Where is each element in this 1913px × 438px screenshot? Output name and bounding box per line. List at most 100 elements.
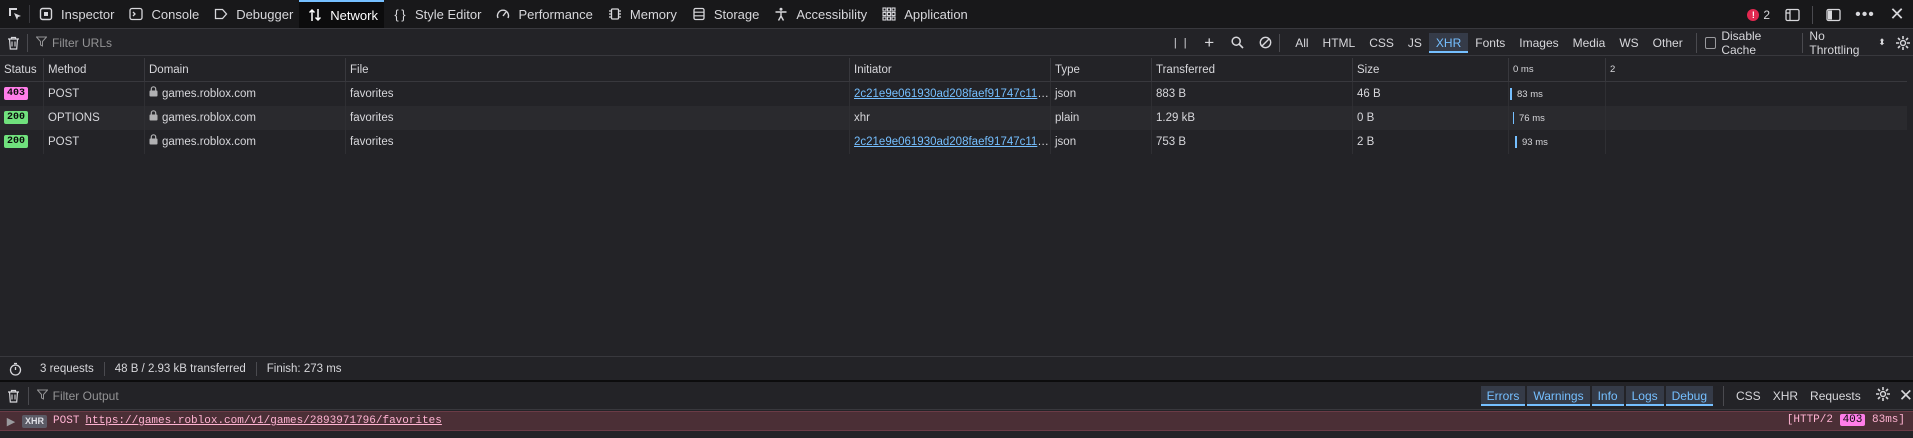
console-filter-css[interactable]: CSS	[1730, 389, 1767, 403]
column-initiator[interactable]: Initiator	[850, 57, 1051, 82]
requests-table-header: Status Method Domain File Initiator Type…	[0, 57, 1913, 82]
filter-output-input[interactable]: Filter Output	[29, 389, 1481, 403]
tab-application[interactable]: Application	[873, 0, 974, 28]
type-filter-html[interactable]: HTML	[1316, 33, 1363, 53]
search-button[interactable]	[1223, 30, 1251, 56]
split-console-button[interactable]	[1776, 0, 1808, 29]
tab-inspector[interactable]: Inspector	[30, 0, 120, 28]
meta-suffix: 83ms]	[1865, 414, 1905, 426]
type-filter-all[interactable]: All	[1288, 33, 1315, 53]
pause-button[interactable]: | |	[1167, 30, 1195, 56]
meta-status: 403	[1839, 414, 1866, 426]
column-waterfall[interactable]: 0 ms	[1509, 57, 1606, 82]
tab-debugger[interactable]: Debugger	[205, 0, 299, 28]
disable-cache-toggle[interactable]: Disable Cache	[1695, 29, 1797, 57]
table-scrollbar[interactable]	[1907, 58, 1913, 358]
console-message[interactable]: ▶ XHR POST https://games.roblox.com/v1/g…	[0, 411, 1913, 431]
block-requests-button[interactable]	[1251, 30, 1279, 56]
status-badge: 200	[4, 135, 29, 149]
memory-chip-icon	[607, 6, 623, 22]
search-icon	[1231, 36, 1244, 49]
console-filter-xhr[interactable]: XHR	[1767, 389, 1804, 403]
tab-console[interactable]: Console	[120, 0, 205, 28]
column-status[interactable]: Status	[0, 57, 44, 82]
clear-requests-button[interactable]	[0, 36, 27, 50]
column-transferred[interactable]: Transferred	[1152, 57, 1353, 82]
column-domain[interactable]: Domain	[145, 57, 346, 82]
table-row[interactable]: 200 OPTIONS games.roblox.com favorites x…	[0, 106, 1913, 130]
level-logs[interactable]: Logs	[1625, 385, 1664, 406]
devtools-toolbar: Inspector Console Debugger Network { } S…	[0, 0, 1913, 29]
tab-memory[interactable]: Memory	[599, 0, 683, 28]
message-url[interactable]: https://games.roblox.com/v1/games/289397…	[85, 415, 441, 427]
transferred-cell: 753 B	[1152, 130, 1353, 154]
new-request-button[interactable]: +	[1195, 30, 1223, 56]
type-filter-css[interactable]: CSS	[1362, 33, 1401, 53]
network-settings-button[interactable]	[1894, 35, 1913, 51]
request-count: 3 requests	[30, 361, 105, 376]
error-icon: !	[1747, 8, 1760, 21]
timing-bar	[1513, 111, 1514, 124]
level-debug[interactable]: Debug	[1665, 385, 1714, 406]
expand-triangle-icon[interactable]: ▶	[0, 415, 22, 428]
type-filter-js[interactable]: JS	[1401, 33, 1429, 53]
disable-cache-checkbox[interactable]	[1704, 36, 1717, 49]
tab-accessibility[interactable]: Accessibility	[765, 0, 873, 28]
filter-urls-input[interactable]: Filter URLs	[28, 36, 1167, 50]
console-output-area	[0, 432, 1913, 438]
table-row[interactable]: 200 POST games.roblox.com favorites 2c21…	[0, 130, 1913, 154]
type-filter-ws[interactable]: WS	[1612, 33, 1645, 53]
more-options-button[interactable]: •••	[1849, 0, 1881, 29]
tab-performance[interactable]: Performance	[487, 0, 598, 28]
inspector-icon	[38, 6, 54, 22]
domain-text: games.roblox.com	[162, 112, 256, 125]
tab-label: Storage	[713, 6, 760, 22]
close-split-console-button[interactable]: ✕	[1899, 386, 1913, 406]
accessibility-icon	[773, 6, 789, 22]
clear-console-button[interactable]	[0, 389, 28, 403]
element-picker-icon	[8, 8, 21, 20]
file-cell: favorites	[346, 82, 850, 106]
level-warnings[interactable]: Warnings	[1527, 385, 1590, 406]
type-filter-fonts[interactable]: Fonts	[1468, 33, 1512, 53]
column-size[interactable]: Size	[1353, 57, 1509, 82]
error-count-button[interactable]: ! 2	[1741, 8, 1776, 22]
dock-toggle-button[interactable]	[1817, 0, 1849, 29]
console-filter-requests[interactable]: Requests	[1804, 389, 1867, 403]
timing-label: 83 ms	[1517, 89, 1543, 100]
table-row[interactable]: 403 POST games.roblox.com favorites 2c21…	[0, 82, 1913, 106]
column-method[interactable]: Method	[44, 57, 145, 82]
column-file[interactable]: File	[346, 57, 850, 82]
level-info[interactable]: Info	[1591, 385, 1624, 406]
level-errors[interactable]: Errors	[1480, 385, 1526, 406]
tab-network[interactable]: Network	[299, 0, 384, 28]
type-cell: plain	[1051, 106, 1152, 130]
type-filter-xhr[interactable]: XHR	[1428, 32, 1469, 53]
close-icon: ✕	[1898, 385, 1913, 405]
type-filter-buttons: All HTML CSS JS XHR Fonts Images Media W…	[1288, 32, 1690, 53]
trash-icon	[8, 36, 20, 50]
close-devtools-button[interactable]: ✕	[1881, 0, 1913, 29]
element-picker-button[interactable]	[0, 0, 29, 28]
tab-storage[interactable]: Storage	[683, 0, 766, 28]
throttling-select[interactable]: No Throttling ⬍	[1802, 29, 1886, 57]
tab-style-editor[interactable]: { } Style Editor	[384, 0, 487, 28]
status-cell: 200	[0, 130, 44, 154]
filter-output-placeholder: Filter Output	[52, 388, 119, 403]
initiator-link[interactable]: 2c21e9e061930ad208faef91747c11dc3ceb311.…	[854, 136, 1050, 148]
toolbar-controls: ! 2 ••• ✕	[1741, 0, 1913, 29]
type-filter-images[interactable]: Images	[1512, 33, 1565, 53]
request-tools: | | +	[1167, 30, 1279, 56]
lock-icon	[149, 130, 158, 154]
initiator-link[interactable]: 2c21e9e061930ad208faef91747c11dc3ceb311.…	[854, 88, 1050, 100]
column-type[interactable]: Type	[1051, 57, 1152, 82]
domain-cell: games.roblox.com	[145, 82, 346, 106]
type-filter-media[interactable]: Media	[1566, 33, 1613, 53]
tab-label: Style Editor	[414, 6, 482, 22]
filter-icon	[35, 36, 48, 50]
type-filter-other[interactable]: Other	[1646, 33, 1690, 53]
message-http-meta[interactable]: [HTTP/2 403 83ms]	[1787, 414, 1905, 426]
console-settings-button[interactable]	[1875, 386, 1891, 405]
timing-bar	[1510, 87, 1512, 100]
method-cell: POST	[44, 130, 145, 154]
